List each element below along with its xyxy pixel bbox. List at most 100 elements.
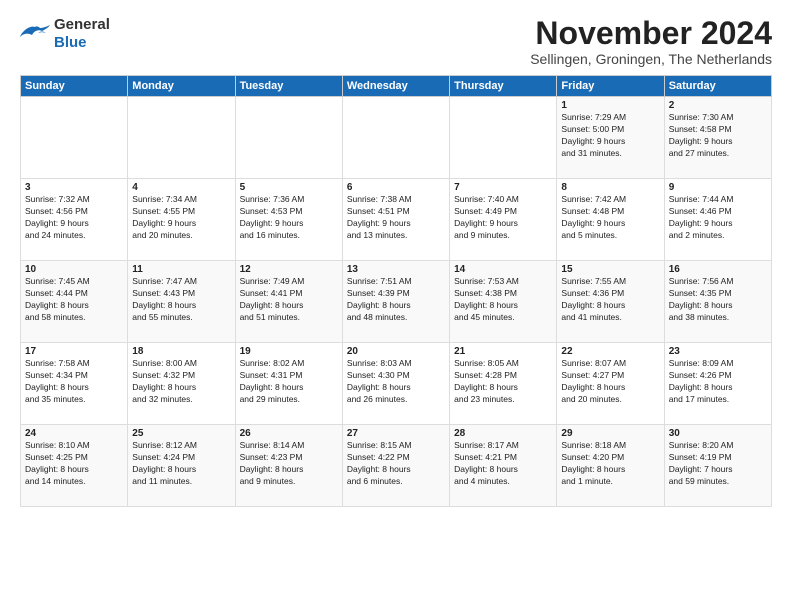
col-thursday: Thursday xyxy=(450,76,557,97)
day-number: 15 xyxy=(561,264,659,275)
day-number: 2 xyxy=(669,100,767,111)
col-wednesday: Wednesday xyxy=(342,76,449,97)
day-info: Sunrise: 7:32 AM Sunset: 4:56 PM Dayligh… xyxy=(25,194,123,242)
subtitle: Sellingen, Groningen, The Netherlands xyxy=(530,51,772,67)
calendar-cell: 3Sunrise: 7:32 AM Sunset: 4:56 PM Daylig… xyxy=(21,179,128,261)
day-number: 19 xyxy=(240,346,338,357)
calendar-cell: 5Sunrise: 7:36 AM Sunset: 4:53 PM Daylig… xyxy=(235,179,342,261)
col-saturday: Saturday xyxy=(664,76,771,97)
day-info: Sunrise: 7:45 AM Sunset: 4:44 PM Dayligh… xyxy=(25,276,123,324)
calendar-cell: 23Sunrise: 8:09 AM Sunset: 4:26 PM Dayli… xyxy=(664,343,771,425)
day-info: Sunrise: 8:12 AM Sunset: 4:24 PM Dayligh… xyxy=(132,440,230,488)
day-number: 5 xyxy=(240,182,338,193)
logo-blue: Blue xyxy=(54,34,87,51)
title-area: November 2024 Sellingen, Groningen, The … xyxy=(530,16,772,67)
day-info: Sunrise: 7:44 AM Sunset: 4:46 PM Dayligh… xyxy=(669,194,767,242)
calendar-cell xyxy=(21,97,128,179)
calendar-cell: 29Sunrise: 8:18 AM Sunset: 4:20 PM Dayli… xyxy=(557,425,664,507)
day-info: Sunrise: 7:38 AM Sunset: 4:51 PM Dayligh… xyxy=(347,194,445,242)
day-info: Sunrise: 7:58 AM Sunset: 4:34 PM Dayligh… xyxy=(25,358,123,406)
day-info: Sunrise: 7:55 AM Sunset: 4:36 PM Dayligh… xyxy=(561,276,659,324)
calendar-cell: 1Sunrise: 7:29 AM Sunset: 5:00 PM Daylig… xyxy=(557,97,664,179)
day-info: Sunrise: 8:14 AM Sunset: 4:23 PM Dayligh… xyxy=(240,440,338,488)
day-info: Sunrise: 8:09 AM Sunset: 4:26 PM Dayligh… xyxy=(669,358,767,406)
day-info: Sunrise: 7:36 AM Sunset: 4:53 PM Dayligh… xyxy=(240,194,338,242)
day-number: 21 xyxy=(454,346,552,357)
calendar-cell: 25Sunrise: 8:12 AM Sunset: 4:24 PM Dayli… xyxy=(128,425,235,507)
day-number: 9 xyxy=(669,182,767,193)
day-info: Sunrise: 7:29 AM Sunset: 5:00 PM Dayligh… xyxy=(561,112,659,160)
page: General Blue November 2024 Sellingen, Gr… xyxy=(0,0,792,612)
day-number: 6 xyxy=(347,182,445,193)
day-info: Sunrise: 7:51 AM Sunset: 4:39 PM Dayligh… xyxy=(347,276,445,324)
day-number: 29 xyxy=(561,428,659,439)
month-title: November 2024 xyxy=(530,16,772,51)
calendar-cell: 17Sunrise: 7:58 AM Sunset: 4:34 PM Dayli… xyxy=(21,343,128,425)
day-info: Sunrise: 7:47 AM Sunset: 4:43 PM Dayligh… xyxy=(132,276,230,324)
col-tuesday: Tuesday xyxy=(235,76,342,97)
day-info: Sunrise: 8:05 AM Sunset: 4:28 PM Dayligh… xyxy=(454,358,552,406)
col-monday: Monday xyxy=(128,76,235,97)
day-number: 27 xyxy=(347,428,445,439)
day-info: Sunrise: 8:18 AM Sunset: 4:20 PM Dayligh… xyxy=(561,440,659,488)
day-number: 23 xyxy=(669,346,767,357)
calendar-cell: 16Sunrise: 7:56 AM Sunset: 4:35 PM Dayli… xyxy=(664,261,771,343)
logo: General Blue xyxy=(20,16,110,52)
calendar-cell: 18Sunrise: 8:00 AM Sunset: 4:32 PM Dayli… xyxy=(128,343,235,425)
day-info: Sunrise: 8:02 AM Sunset: 4:31 PM Dayligh… xyxy=(240,358,338,406)
calendar-cell: 6Sunrise: 7:38 AM Sunset: 4:51 PM Daylig… xyxy=(342,179,449,261)
logo-general: General xyxy=(54,16,110,33)
day-number: 1 xyxy=(561,100,659,111)
calendar-week-2: 3Sunrise: 7:32 AM Sunset: 4:56 PM Daylig… xyxy=(21,179,772,261)
day-info: Sunrise: 7:56 AM Sunset: 4:35 PM Dayligh… xyxy=(669,276,767,324)
calendar-cell: 4Sunrise: 7:34 AM Sunset: 4:55 PM Daylig… xyxy=(128,179,235,261)
calendar-cell: 2Sunrise: 7:30 AM Sunset: 4:58 PM Daylig… xyxy=(664,97,771,179)
day-info: Sunrise: 8:10 AM Sunset: 4:25 PM Dayligh… xyxy=(25,440,123,488)
calendar-cell: 24Sunrise: 8:10 AM Sunset: 4:25 PM Dayli… xyxy=(21,425,128,507)
day-number: 18 xyxy=(132,346,230,357)
calendar-cell: 22Sunrise: 8:07 AM Sunset: 4:27 PM Dayli… xyxy=(557,343,664,425)
day-number: 20 xyxy=(347,346,445,357)
calendar-week-1: 1Sunrise: 7:29 AM Sunset: 5:00 PM Daylig… xyxy=(21,97,772,179)
calendar-cell xyxy=(235,97,342,179)
day-number: 16 xyxy=(669,264,767,275)
day-info: Sunrise: 7:40 AM Sunset: 4:49 PM Dayligh… xyxy=(454,194,552,242)
day-number: 4 xyxy=(132,182,230,193)
day-info: Sunrise: 7:42 AM Sunset: 4:48 PM Dayligh… xyxy=(561,194,659,242)
calendar-cell: 8Sunrise: 7:42 AM Sunset: 4:48 PM Daylig… xyxy=(557,179,664,261)
calendar-week-5: 24Sunrise: 8:10 AM Sunset: 4:25 PM Dayli… xyxy=(21,425,772,507)
calendar-cell xyxy=(450,97,557,179)
day-number: 30 xyxy=(669,428,767,439)
day-number: 17 xyxy=(25,346,123,357)
calendar-cell: 20Sunrise: 8:03 AM Sunset: 4:30 PM Dayli… xyxy=(342,343,449,425)
calendar-table: Sunday Monday Tuesday Wednesday Thursday… xyxy=(20,75,772,507)
day-number: 10 xyxy=(25,264,123,275)
day-number: 8 xyxy=(561,182,659,193)
calendar-cell: 9Sunrise: 7:44 AM Sunset: 4:46 PM Daylig… xyxy=(664,179,771,261)
day-info: Sunrise: 8:07 AM Sunset: 4:27 PM Dayligh… xyxy=(561,358,659,406)
day-info: Sunrise: 8:00 AM Sunset: 4:32 PM Dayligh… xyxy=(132,358,230,406)
day-number: 12 xyxy=(240,264,338,275)
calendar-cell: 14Sunrise: 7:53 AM Sunset: 4:38 PM Dayli… xyxy=(450,261,557,343)
calendar-cell: 28Sunrise: 8:17 AM Sunset: 4:21 PM Dayli… xyxy=(450,425,557,507)
calendar-cell xyxy=(342,97,449,179)
calendar-cell: 10Sunrise: 7:45 AM Sunset: 4:44 PM Dayli… xyxy=(21,261,128,343)
logo-icon xyxy=(20,23,50,45)
calendar-cell: 13Sunrise: 7:51 AM Sunset: 4:39 PM Dayli… xyxy=(342,261,449,343)
logo-text: General Blue xyxy=(54,16,110,52)
day-info: Sunrise: 8:20 AM Sunset: 4:19 PM Dayligh… xyxy=(669,440,767,488)
calendar-cell: 30Sunrise: 8:20 AM Sunset: 4:19 PM Dayli… xyxy=(664,425,771,507)
day-number: 25 xyxy=(132,428,230,439)
calendar-cell: 27Sunrise: 8:15 AM Sunset: 4:22 PM Dayli… xyxy=(342,425,449,507)
day-number: 24 xyxy=(25,428,123,439)
day-number: 11 xyxy=(132,264,230,275)
day-number: 28 xyxy=(454,428,552,439)
header-row: Sunday Monday Tuesday Wednesday Thursday… xyxy=(21,76,772,97)
calendar-cell: 11Sunrise: 7:47 AM Sunset: 4:43 PM Dayli… xyxy=(128,261,235,343)
day-info: Sunrise: 8:03 AM Sunset: 4:30 PM Dayligh… xyxy=(347,358,445,406)
calendar-cell: 21Sunrise: 8:05 AM Sunset: 4:28 PM Dayli… xyxy=(450,343,557,425)
day-number: 14 xyxy=(454,264,552,275)
day-number: 3 xyxy=(25,182,123,193)
day-info: Sunrise: 8:17 AM Sunset: 4:21 PM Dayligh… xyxy=(454,440,552,488)
day-number: 13 xyxy=(347,264,445,275)
